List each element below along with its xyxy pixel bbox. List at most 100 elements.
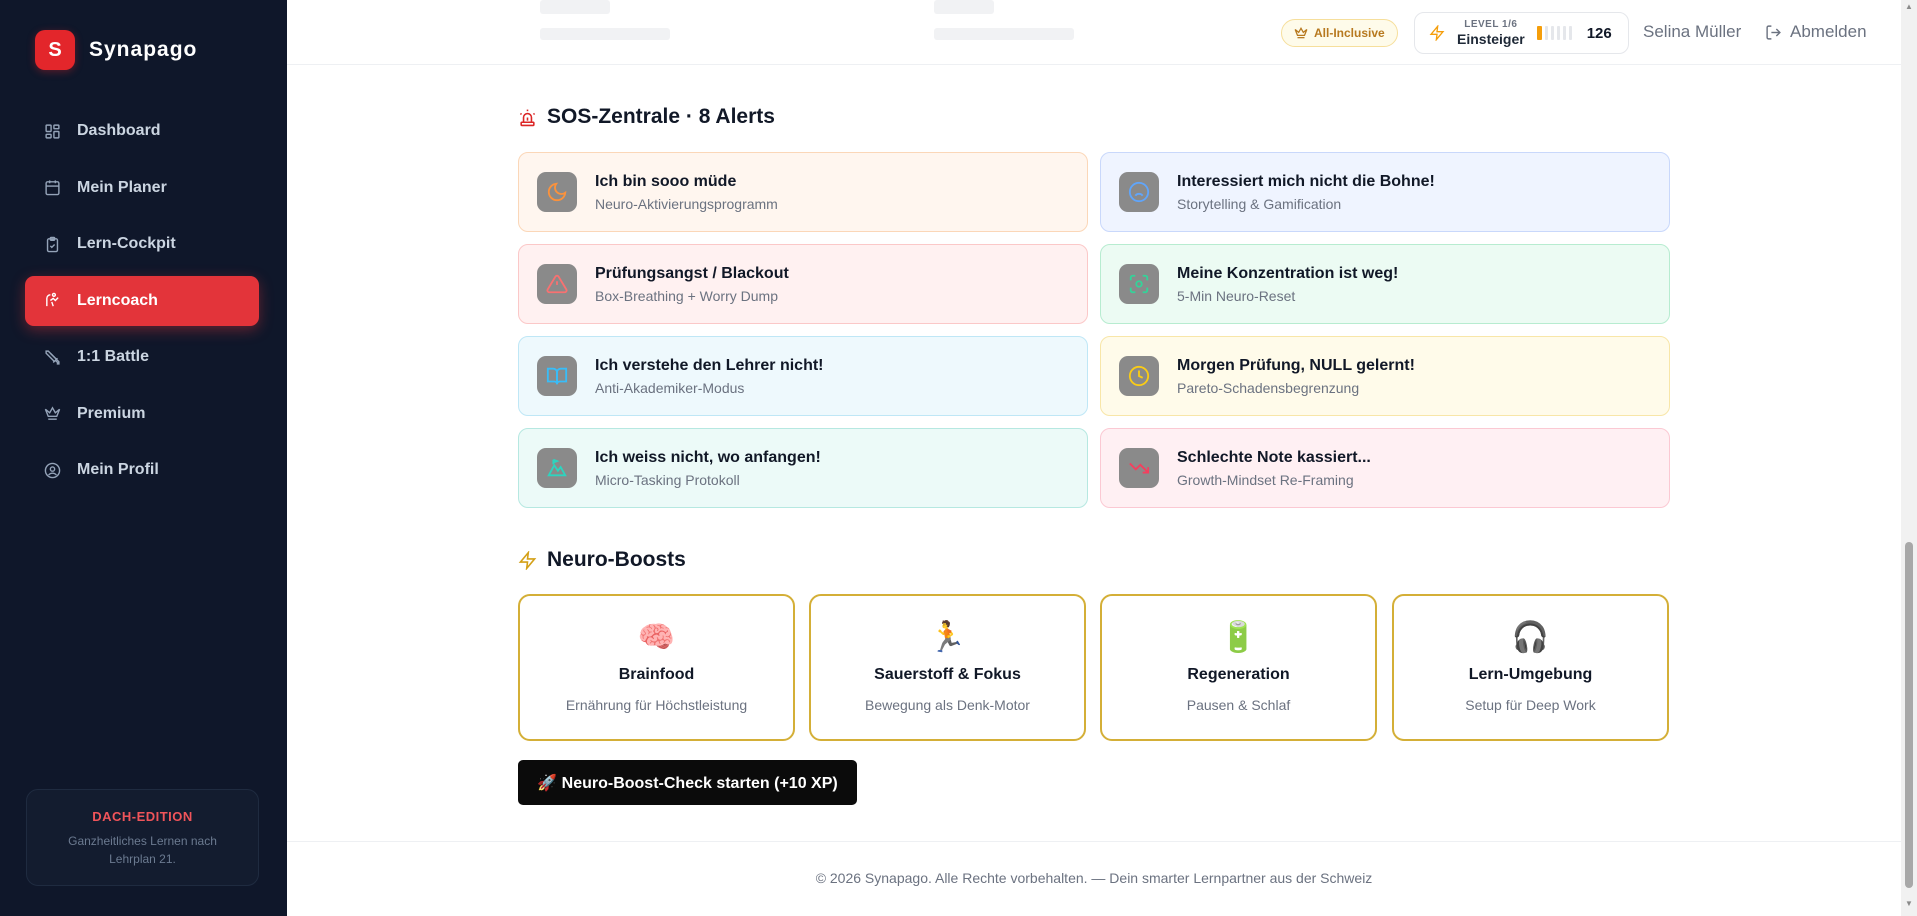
siren-icon — [519, 109, 536, 126]
alert-icon-box — [537, 172, 577, 212]
sos-title-text: SOS-Zentrale · 8 Alerts — [547, 105, 775, 128]
boost-card-sauerstoff[interactable]: 🏃 Sauerstoff & Fokus Bewegung als Denk-M… — [809, 594, 1086, 741]
sidebar-item-label: Dashboard — [77, 122, 161, 139]
scroll-down-arrow-icon[interactable]: ▼ — [1904, 900, 1914, 908]
sidebar-item-label: Lerncoach — [77, 291, 158, 309]
alert-text: Ich weiss nicht, wo anfangen! Micro-Task… — [595, 449, 821, 488]
clipboard-icon — [46, 236, 59, 252]
alert-subtitle: Micro-Tasking Protokoll — [595, 471, 740, 488]
alert-card[interactable]: Ich weiss nicht, wo anfangen! Micro-Task… — [518, 428, 1088, 508]
boosts-title: Neuro-Boosts — [518, 548, 686, 572]
neuro-boost-check-button[interactable]: 🚀 Neuro-Boost-Check starten (+10 XP) — [518, 760, 857, 805]
sos-title: SOS-Zentrale · 8 Alerts — [518, 105, 775, 129]
alert-icon-box — [537, 264, 577, 304]
level-progress-segment — [1568, 26, 1572, 40]
footer-divider — [287, 841, 1901, 842]
alert-text: Interessiert mich nicht die Bohne! Story… — [1177, 173, 1435, 212]
scrolled-content-fragment — [934, 28, 1074, 40]
brand[interactable]: S Synapago — [35, 30, 197, 70]
alert-card[interactable]: Ich bin sooo müde Neuro-Aktivierungsprog… — [518, 152, 1088, 232]
alert-icon-box — [537, 356, 577, 396]
sidebar-item-label: Premium — [77, 404, 146, 422]
boost-title: Lern-Umgebung — [1468, 666, 1593, 683]
swords-icon — [45, 349, 60, 365]
sidebar-item-dashboard[interactable]: Dashboard — [25, 106, 259, 156]
level-text: LEVEL 1/6 Einsteiger — [1457, 19, 1525, 47]
sad-face-icon — [1128, 181, 1150, 203]
alert-title: Ich bin sooo müde — [595, 172, 737, 190]
sidebar-item-planer[interactable]: Mein Planer — [25, 163, 259, 213]
edition-text: Ganzheitliches Lernen nach Lehrplan 21. — [68, 834, 217, 866]
alert-icon-box — [537, 448, 577, 488]
coach-icon — [46, 292, 59, 307]
boost-title: Regeneration — [1187, 666, 1290, 683]
trending-down-icon — [1129, 462, 1150, 474]
alert-subtitle: Box-Breathing + Worry Dump — [595, 287, 778, 304]
logout-label: Abmelden — [1790, 22, 1867, 41]
calendar-icon — [45, 180, 60, 196]
sidebar-item-profil[interactable]: Mein Profil — [25, 445, 259, 495]
sidebar-item-premium[interactable]: Premium — [25, 389, 259, 439]
alert-card[interactable]: Meine Konzentration ist weg! 5-Min Neuro… — [1100, 244, 1670, 324]
running-person-icon: 🏃 — [928, 621, 967, 654]
alert-card[interactable]: Morgen Prüfung, NULL gelernt! Pareto-Sch… — [1100, 336, 1670, 416]
boost-subtitle: Ernährung für Höchstleistung — [565, 697, 748, 713]
xp-count: 126 — [1586, 24, 1612, 42]
alert-subtitle: Pareto-Schadensbegrenzung — [1177, 379, 1360, 396]
scroll-up-arrow-icon[interactable]: ▲ — [1904, 3, 1914, 11]
boost-card-regeneration[interactable]: 🔋 Regeneration Pausen & Schlaf — [1100, 594, 1377, 741]
level-progress-segment — [1544, 26, 1548, 40]
brand-name[interactable]: Synapago — [89, 38, 197, 62]
user-name[interactable]: Selina Müller — [1643, 22, 1741, 42]
alert-text: Morgen Prüfung, NULL gelernt! Pareto-Sch… — [1177, 357, 1415, 396]
scrollbar[interactable]: ▲ ▼ — [1901, 0, 1917, 916]
edition-title: DACH-EDITION — [92, 809, 193, 824]
sidebar-item-label: Mein Planer — [77, 178, 167, 196]
dashboard-icon — [45, 123, 60, 139]
boost-subtitle: Bewegung als Denk-Motor — [865, 697, 1030, 713]
level-progress-segment — [1550, 26, 1554, 40]
alert-subtitle: 5-Min Neuro-Reset — [1177, 287, 1296, 304]
sidebar-item-battle[interactable]: 1:1 Battle — [25, 332, 259, 382]
sidebar-item-cockpit[interactable]: Lern-Cockpit — [25, 219, 259, 269]
plan-badge[interactable]: All-Inclusive — [1281, 19, 1398, 47]
alert-title: Schlechte Note kassiert... — [1177, 448, 1371, 466]
alert-title: Ich weiss nicht, wo anfangen! — [595, 448, 821, 466]
boosts-title-text: Neuro-Boosts — [547, 548, 686, 571]
alert-icon-box — [1119, 448, 1159, 488]
alert-card[interactable]: Interessiert mich nicht die Bohne! Story… — [1100, 152, 1670, 232]
scrolled-content-fragment — [934, 0, 994, 14]
topbar: All-Inclusive LEVEL 1/6 Einsteiger 126 S… — [287, 0, 1901, 65]
book-icon — [546, 367, 568, 385]
brand-logo[interactable]: S — [35, 30, 75, 70]
scrollbar-thumb[interactable] — [1905, 542, 1913, 888]
sidebar-item-label: 1:1 Battle — [77, 348, 150, 365]
mountain-icon — [547, 458, 567, 477]
sidebar-item-label: Mein Profil — [77, 461, 159, 478]
level-widget[interactable]: LEVEL 1/6 Einsteiger 126 — [1414, 12, 1629, 54]
level-label: LEVEL 1/6 — [1464, 19, 1518, 30]
brain-icon: 🧠 — [637, 621, 676, 654]
boost-card-lernumgebung[interactable]: 🎧 Lern-Umgebung Setup für Deep Work — [1392, 594, 1669, 741]
boost-title: Brainfood — [618, 666, 695, 683]
crown-icon — [1294, 27, 1308, 39]
lightning-icon — [518, 550, 537, 570]
logout-button[interactable]: Abmelden — [1765, 22, 1867, 42]
alert-subtitle: Neuro-Aktivierungsprogramm — [595, 195, 778, 212]
warning-icon — [546, 274, 568, 294]
alert-text: Ich bin sooo müde Neuro-Aktivierungsprog… — [595, 173, 778, 212]
scrolled-content-fragment — [540, 0, 610, 14]
level-name: Einsteiger — [1457, 31, 1525, 47]
alert-text: Prüfungsangst / Blackout Box-Breathing +… — [595, 265, 789, 304]
alert-card[interactable]: Schlechte Note kassiert... Growth-Mindse… — [1100, 428, 1670, 508]
alert-subtitle: Anti-Akademiker-Modus — [595, 379, 745, 396]
alert-card[interactable]: Prüfungsangst / Blackout Box-Breathing +… — [518, 244, 1088, 324]
alert-subtitle: Growth-Mindset Re-Framing — [1177, 471, 1354, 488]
level-progress-segment — [1562, 26, 1566, 40]
boost-card-brainfood[interactable]: 🧠 Brainfood Ernährung für Höchstleistung — [518, 594, 795, 741]
sidebar-item-lerncoach[interactable]: Lerncoach — [25, 275, 259, 326]
scrolled-content-fragment — [540, 28, 670, 40]
alert-card[interactable]: Ich verstehe den Lehrer nicht! Anti-Akad… — [518, 336, 1088, 416]
alert-title: Morgen Prüfung, NULL gelernt! — [1177, 356, 1415, 374]
alert-title: Meine Konzentration ist weg! — [1177, 264, 1399, 282]
